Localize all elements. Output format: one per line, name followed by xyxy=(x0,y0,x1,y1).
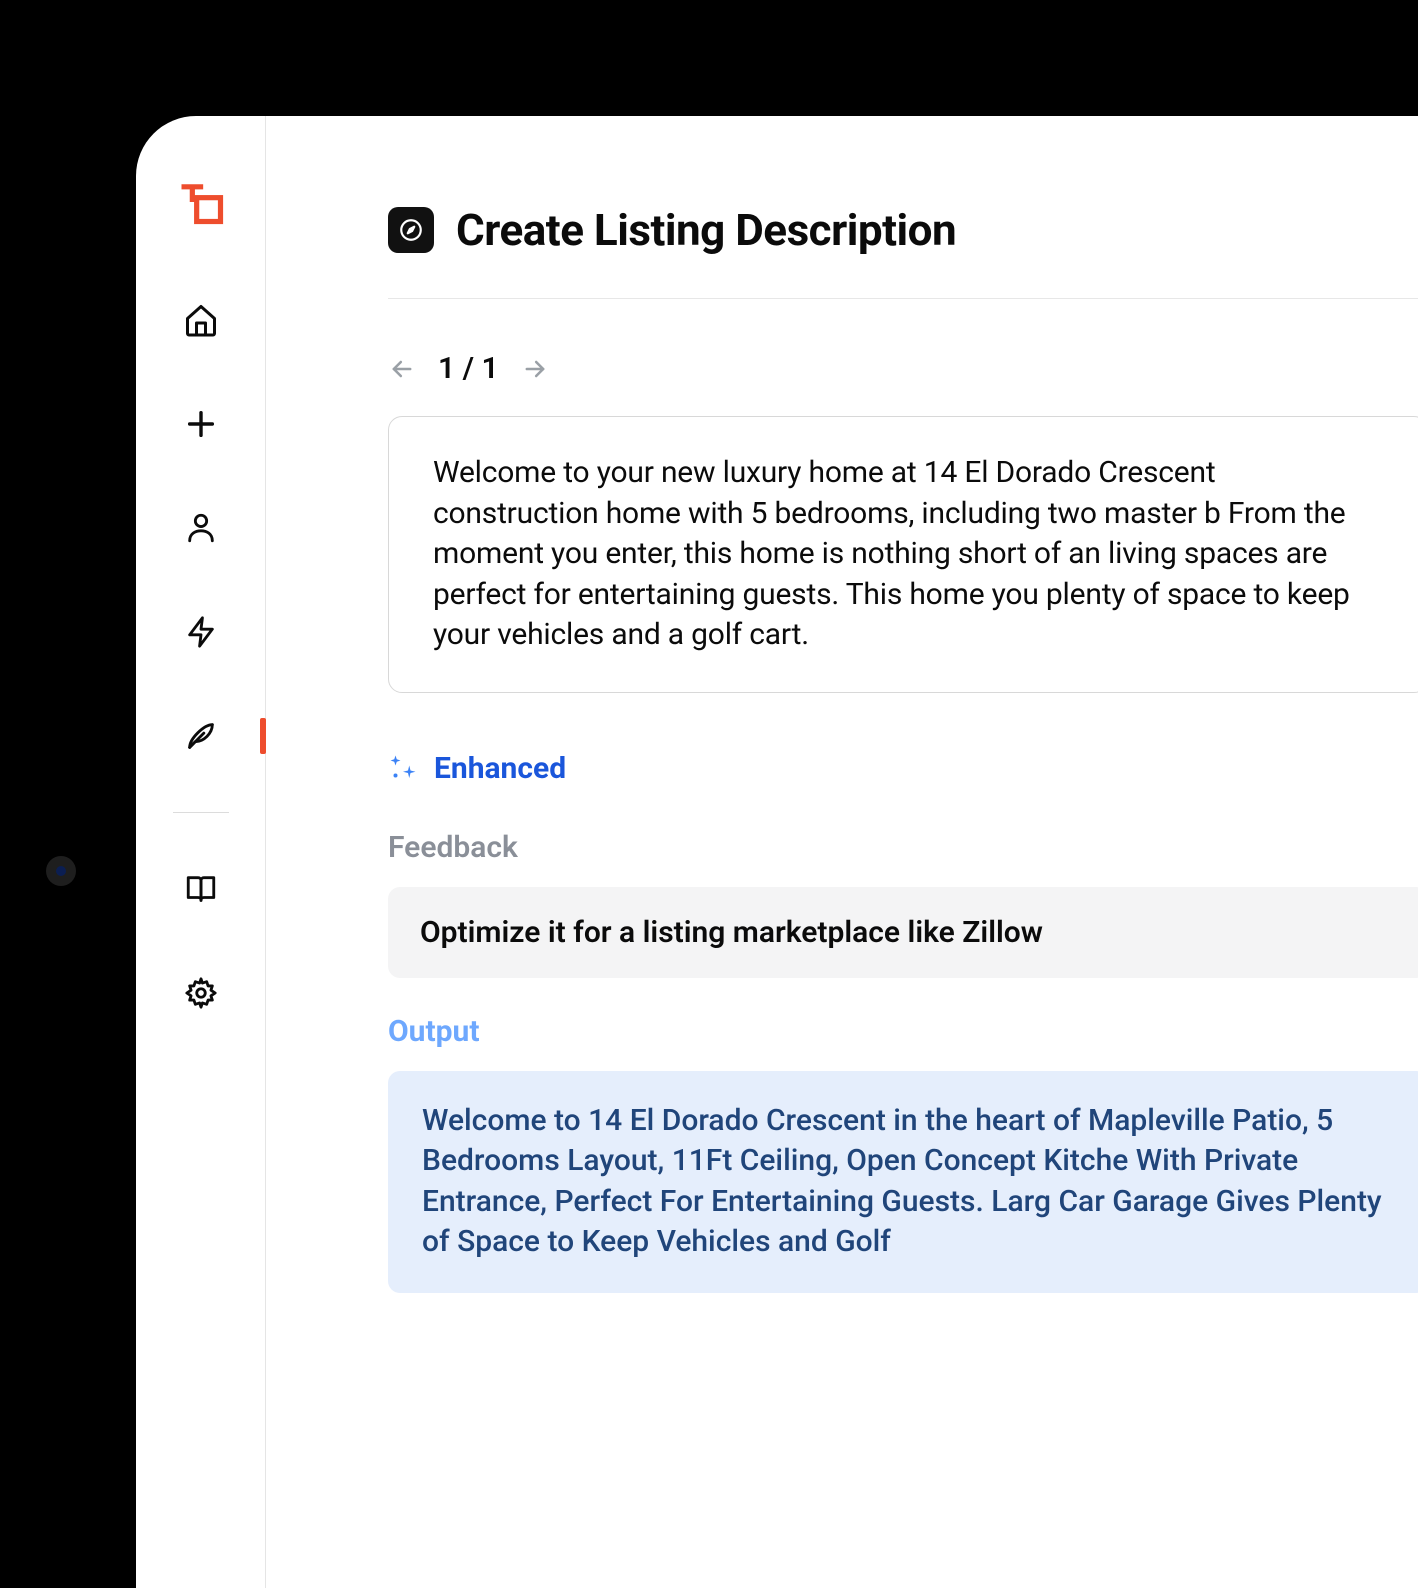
pager-display: 1 / 1 xyxy=(438,351,499,386)
sidebar-divider xyxy=(173,812,229,813)
feather-icon xyxy=(184,719,218,753)
page-title: Create Listing Description xyxy=(456,204,956,256)
plus-icon xyxy=(184,407,218,441)
input-description-card[interactable]: Welcome to your new luxury home at 14 El… xyxy=(388,416,1418,693)
sidebar-item-compose[interactable] xyxy=(179,714,223,758)
home-icon xyxy=(183,302,219,338)
compass-icon xyxy=(388,207,434,253)
output-text-box: Welcome to 14 El Dorado Crescent in the … xyxy=(388,1071,1418,1293)
enhanced-label: Enhanced xyxy=(434,751,566,786)
sparkle-icon xyxy=(388,753,418,783)
bolt-icon xyxy=(184,615,218,649)
book-icon xyxy=(184,872,218,906)
device-frame: Create Listing Description 1 / 1 xyxy=(0,0,1418,1588)
sidebar-item-settings[interactable] xyxy=(179,971,223,1015)
device-bezel: Create Listing Description 1 / 1 xyxy=(10,0,1418,1588)
sidebar-item-profile[interactable] xyxy=(179,506,223,550)
feedback-text: Optimize it for a listing marketplace li… xyxy=(420,915,1043,950)
sidebar-item-home[interactable] xyxy=(179,298,223,342)
sidebar-item-activity[interactable] xyxy=(179,610,223,654)
sidebar-item-new[interactable] xyxy=(179,402,223,446)
page-header: Create Listing Description xyxy=(388,204,1418,299)
gear-icon xyxy=(184,976,218,1010)
person-icon xyxy=(184,511,218,545)
output-text: Welcome to 14 El Dorado Crescent in the … xyxy=(422,1103,1382,1260)
pager: 1 / 1 xyxy=(388,351,1418,386)
output-heading: Output xyxy=(388,1014,1418,1049)
sidebar xyxy=(136,116,266,1588)
feedback-input[interactable]: Optimize it for a listing marketplace li… xyxy=(388,887,1418,978)
input-description-text: Welcome to your new luxury home at 14 El… xyxy=(433,455,1350,652)
pager-next-button[interactable] xyxy=(521,355,549,383)
feedback-heading: Feedback xyxy=(388,830,1418,865)
active-indicator xyxy=(260,718,266,754)
app-logo-icon xyxy=(175,176,227,228)
sidebar-item-library[interactable] xyxy=(179,867,223,911)
device-camera xyxy=(46,856,76,886)
enhanced-badge: Enhanced xyxy=(388,751,1418,786)
pager-prev-button[interactable] xyxy=(388,355,416,383)
main-content: Create Listing Description 1 / 1 xyxy=(266,116,1418,1588)
sidebar-nav xyxy=(173,298,229,1015)
app-screen: Create Listing Description 1 / 1 xyxy=(136,116,1418,1588)
